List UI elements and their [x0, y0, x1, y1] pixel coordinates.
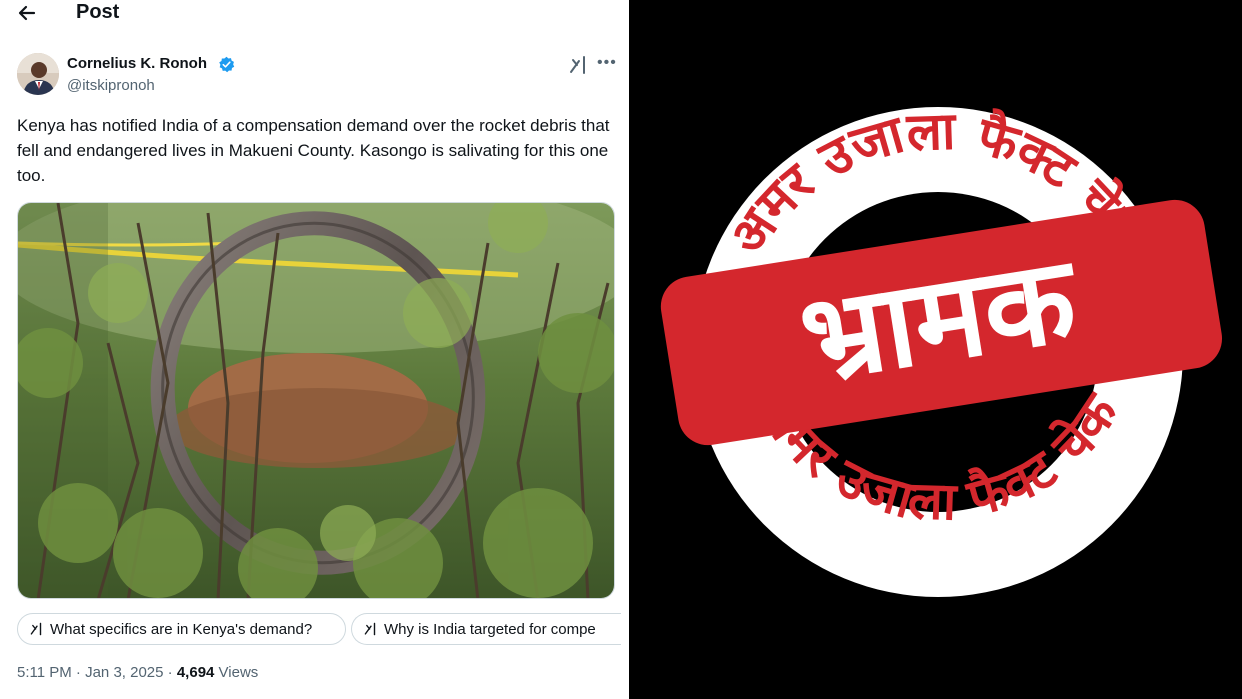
avatar-image [17, 53, 59, 95]
rocket-debris-photo [18, 203, 614, 598]
more-options-button[interactable]: ••• [597, 54, 617, 72]
tweet-text: Kenya has notified India of a compensati… [17, 116, 610, 185]
grok-suggestion-chip[interactable]: Why is India targeted for compe [351, 613, 621, 645]
chip-label: Why is India targeted for compe [384, 620, 596, 638]
grok-suggestion-chip[interactable]: What specifics are in Kenya's demand? [17, 613, 346, 645]
fact-check-stamp: अमर उजाला फैक्ट चेक अमर उजाला फैक्ट चेक … [660, 101, 1223, 597]
post-panel: Post Cornelius K. Ronoh @itskipronoh •••… [0, 0, 629, 699]
author-handle[interactable]: @itskipronoh [67, 77, 155, 94]
tweet-media-image[interactable] [17, 202, 615, 599]
grok-button[interactable] [569, 56, 589, 74]
page-title: Post [76, 1, 120, 23]
back-arrow-icon [18, 5, 36, 21]
back-button[interactable] [14, 2, 42, 24]
grok-icon [30, 622, 42, 636]
meta-separator: · [163, 664, 177, 681]
verified-badge-icon [219, 56, 235, 73]
post-time[interactable]: 5:11 PM [17, 664, 72, 681]
chip-label: What specifics are in Kenya's demand? [50, 620, 313, 638]
meta-separator: · [71, 664, 86, 681]
avatar[interactable] [17, 53, 59, 95]
post-meta: 5:11 PM · Jan 3, 2025 · 4,694 Views [17, 664, 258, 681]
author-name[interactable]: Cornelius K. Ronoh [67, 55, 207, 72]
post-date[interactable]: Jan 3, 2025 [85, 664, 163, 681]
grok-icon [570, 56, 585, 74]
more-options-icon: ••• [597, 54, 617, 71]
post-header: Post [0, 0, 629, 30]
grok-icon [364, 622, 376, 636]
views-label: Views [214, 664, 259, 681]
views-count: 4,694 [176, 664, 215, 681]
